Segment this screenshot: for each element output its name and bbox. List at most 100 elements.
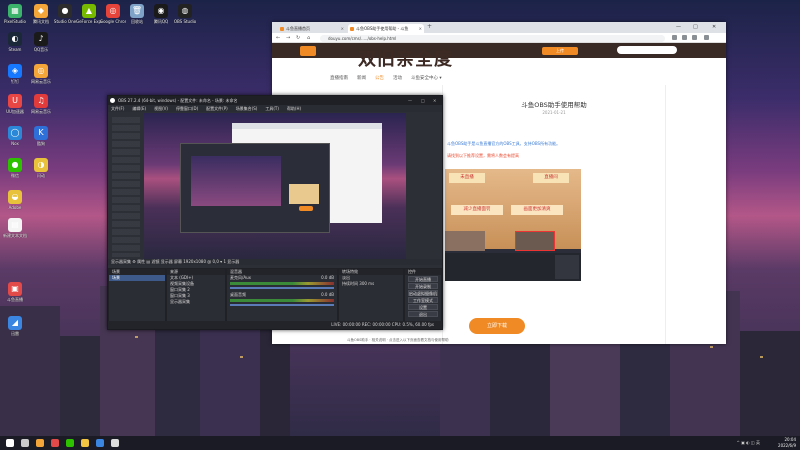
obs-control-button[interactable]: 设置 — [408, 304, 438, 310]
subnav-item[interactable]: 新闻 — [357, 76, 366, 81]
desktop-icon[interactable]: ◯ Nox — [2, 126, 28, 146]
desktop-icon-label: 网易云音乐 — [31, 79, 51, 84]
obs-control-button[interactable]: 退出 — [408, 311, 438, 317]
store-icon[interactable] — [96, 439, 104, 447]
desktop-icon[interactable]: ◎ 网易云音乐 — [28, 64, 54, 84]
obs-control-button[interactable]: 开始直播 — [408, 276, 438, 282]
transitions-dock: 转场特效 淡出 持续时间 300 ms — [338, 268, 404, 328]
app-icon: ◈ — [8, 64, 22, 78]
volume-slider[interactable] — [230, 304, 334, 306]
douyu-logo-icon[interactable] — [300, 46, 316, 56]
home-icon[interactable]: ⌂ — [307, 33, 310, 43]
menu-icon[interactable] — [704, 35, 709, 40]
desktop-icon-label: Nox — [11, 141, 19, 146]
desktop-icon-label: 回收站 — [131, 19, 143, 24]
extension-icon[interactable] — [672, 35, 677, 40]
desktop-icon[interactable]: ◑ 闪动 — [28, 158, 54, 178]
forward-arrow-icon[interactable]: → — [286, 33, 290, 43]
obs-menu-item[interactable]: 视图(V) — [154, 106, 168, 111]
desktop-icon[interactable]: ◢ 迅雷 — [2, 316, 28, 336]
minimize-button[interactable]: — — [676, 22, 681, 33]
preview-obs-capture — [180, 143, 330, 233]
app-icon: ▣ — [8, 282, 22, 296]
obs-menu-item[interactable]: 停靠窗口(D) — [176, 106, 198, 111]
new-tab-button[interactable]: + — [427, 23, 432, 30]
app-icon: ◆ — [34, 4, 48, 18]
desktop-icon[interactable]: ▦ PixelStudio — [2, 4, 28, 24]
obs-menu-item[interactable]: 配置文件(P) — [206, 106, 228, 111]
desktop-icon-label: PixelStudio — [4, 19, 26, 24]
desktop-icon[interactable]: ♫ 网易云音乐 — [28, 94, 54, 114]
douyu-icon[interactable] — [51, 439, 59, 447]
app-icon: ◒ — [8, 190, 22, 204]
obs-control-button[interactable]: 工作室模式 — [408, 297, 438, 303]
volume-slider[interactable] — [230, 287, 334, 289]
obs-logo-icon — [110, 98, 115, 103]
chrome-icon[interactable] — [36, 439, 44, 447]
site-search-input[interactable] — [617, 46, 677, 54]
desktop-icon[interactable]: ◐ Steam — [2, 32, 28, 52]
desktop-icon[interactable]: ◈ 钉钉 — [2, 64, 28, 84]
bookmark-icon[interactable] — [682, 35, 687, 40]
desktop-icon[interactable]: ▣ 斗鱼直播 — [2, 282, 28, 302]
obs-control-button[interactable]: 启动虚拟摄像机 — [408, 290, 438, 296]
obs-menu-item[interactable]: 文件(F) — [111, 106, 124, 111]
obs-icon[interactable] — [111, 439, 119, 447]
obs-close-button[interactable]: ✕ — [433, 96, 436, 105]
obs-menu-item[interactable]: 工具(T) — [265, 106, 279, 111]
desktop-icon[interactable]: ♪ QQ音乐 — [28, 32, 54, 52]
desktop-icon[interactable]: ◍ OBS Studio — [172, 4, 198, 24]
explorer-icon[interactable] — [81, 439, 89, 447]
desktop-icon[interactable]: ◒ Adobe — [2, 190, 28, 210]
desktop-icon[interactable]: U UU加速器 — [2, 94, 28, 114]
transition-duration[interactable]: 持续时间 300 ms — [339, 281, 403, 287]
desktop-icon[interactable]: ◉ 腾讯QQ — [148, 4, 174, 24]
subnav-item[interactable]: 活动 — [393, 76, 402, 81]
reload-icon[interactable]: ↻ — [296, 33, 300, 43]
tab-label: 斗鱼直播首页 — [286, 26, 310, 31]
profile-icon[interactable] — [692, 35, 697, 40]
app-icon: ◍ — [178, 4, 192, 18]
address-bar[interactable]: douyu.com/cms/...../obs-help.html — [320, 34, 665, 42]
subnav-item[interactable]: 直播指南 — [330, 76, 348, 81]
desktop-icon[interactable]: ◎Google Chrome — [100, 4, 126, 24]
system-tray-icons[interactable]: ^ ▣ ◐ ◫ 英 — [737, 440, 761, 446]
obs-source-toolbar[interactable]: 显示器采集 ⚙ 属性 ▤ 滤镜 显示器 屏幕 1920x1080 @ 0,0 ▾… — [108, 259, 442, 265]
close-tab-icon[interactable]: × — [419, 24, 422, 33]
obs-menu-item[interactable]: 帮助(H) — [287, 106, 301, 111]
desktop-icon[interactable]: ▤ 新建文本文档 — [2, 218, 28, 238]
search-icon[interactable] — [21, 439, 29, 447]
wechat-icon[interactable] — [66, 439, 74, 447]
upload-button[interactable]: 上传 — [542, 47, 578, 55]
windows-start-icon[interactable] — [6, 439, 14, 447]
obs-menu-item[interactable]: 编辑(E) — [132, 106, 146, 111]
close-tab-icon[interactable]: × — [341, 24, 344, 33]
source-item[interactable]: 显示器采集 — [167, 299, 225, 305]
browser-tab-obs-help[interactable]: 斗鱼OBS助手使用帮助 - 斗鱼 × — [348, 24, 424, 33]
article-obs-screenshot: 未直播 直播间 减少直播面罚 画面更加清爽 — [445, 169, 581, 281]
desktop-icon-label: QQ音乐 — [33, 47, 49, 52]
obs-preview-canvas[interactable] — [144, 113, 406, 259]
article-intro: 斗鱼OBS助手是斗鱼直播官方的OBS工具，支持OBS所有功能。 — [447, 141, 561, 146]
maximize-button[interactable]: □ — [693, 22, 698, 33]
obs-minimize-button[interactable]: — — [408, 96, 412, 105]
desktop-icon[interactable]: ● 微信 — [2, 158, 28, 178]
app-icon: K — [34, 126, 48, 140]
desktop-icon[interactable]: ▲GeForce Experience — [76, 4, 102, 24]
article-footer: 斗鱼OBS助手 · 相关说明 · 点击进入以下页面查看文档与使用帮助 — [347, 338, 449, 342]
obs-maximize-button[interactable]: □ — [421, 96, 425, 105]
download-button[interactable]: 立即下载 — [469, 318, 525, 334]
browser-tab-douyu-home[interactable]: 斗鱼直播首页 × — [278, 24, 346, 33]
scene-item[interactable]: 场景 — [109, 275, 165, 281]
obs-control-button[interactable]: 开始录制 — [408, 283, 438, 289]
obs-menu-item[interactable]: 场景集合(S) — [236, 106, 258, 111]
back-arrow-icon[interactable]: ← — [276, 33, 280, 43]
desktop-icon[interactable]: 🗑 回收站 — [124, 4, 150, 24]
subnav-item[interactable]: 公告 — [375, 76, 384, 81]
taskbar-clock[interactable]: 20:04 2022/6/9 — [778, 437, 796, 449]
desktop-icon[interactable]: ◆ 腾讯文档 — [28, 4, 54, 24]
desktop-icon[interactable]: K 酷狗 — [28, 126, 54, 146]
close-button[interactable]: ✕ — [712, 22, 716, 33]
subnav-item[interactable]: 斗鱼安全中心 ▾ — [411, 76, 442, 81]
desktop-icon[interactable]: ● Studio One — [52, 4, 78, 24]
